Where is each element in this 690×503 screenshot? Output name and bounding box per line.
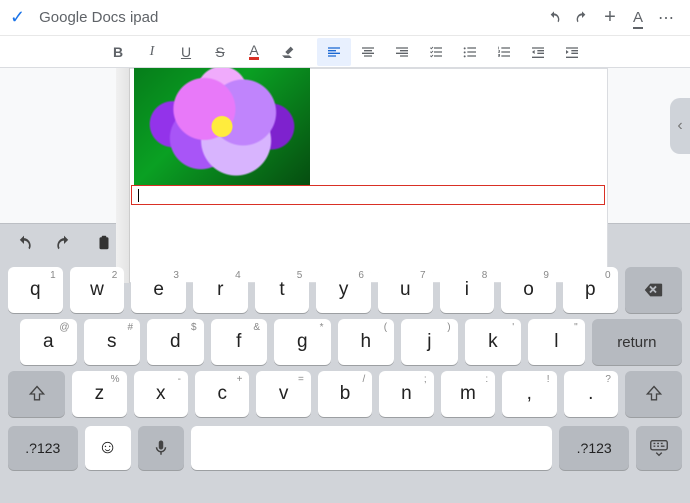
text-cursor-line[interactable] [131, 185, 605, 205]
key-g[interactable]: *g [274, 319, 331, 365]
key-n[interactable]: ;n [379, 371, 433, 417]
key-numtoggle-right[interactable]: .?123 [559, 426, 629, 470]
key-l[interactable]: "l [528, 319, 585, 365]
text-format-icon[interactable]: A [624, 9, 652, 27]
key-h[interactable]: (h [338, 319, 395, 365]
bulleted-list-button[interactable] [453, 38, 487, 66]
text-color-button[interactable]: A [237, 38, 271, 66]
key-m[interactable]: :m [441, 371, 495, 417]
key-dictation[interactable] [138, 426, 184, 470]
keyboard-row-2: @a#s$d&f*g(h)j'k"lreturn [0, 316, 690, 368]
key-emoji[interactable]: ☺ [85, 426, 131, 470]
kbd-undo-icon[interactable] [10, 230, 38, 258]
kbd-clipboard-icon[interactable] [90, 230, 118, 258]
underline-button[interactable]: U [169, 38, 203, 66]
kbd-redo-icon[interactable] [50, 230, 78, 258]
more-icon[interactable]: ⋯ [652, 8, 680, 28]
keyboard-row-bottom: .?123 ☺ .?123 [0, 420, 690, 478]
highlight-button[interactable] [271, 38, 305, 66]
key-x[interactable]: -x [134, 371, 188, 417]
key-v[interactable]: =v [256, 371, 310, 417]
numbered-list-button[interactable] [487, 38, 521, 66]
key-w[interactable]: 2w [70, 267, 125, 313]
key-k[interactable]: 'k [465, 319, 522, 365]
keyboard-row-3: %z-x+c=v/b;n:m!,?. [0, 368, 690, 420]
key-i[interactable]: 8i [440, 267, 495, 313]
key-backspace[interactable] [625, 267, 682, 313]
add-icon[interactable]: + [596, 6, 624, 29]
keyboard-row-1: 1q2w3e4r5t6y7u8i9o0p [0, 264, 690, 316]
indent-increase-button[interactable] [555, 38, 589, 66]
document-title[interactable]: Google Docs ipad [39, 9, 540, 26]
key-dismiss-keyboard[interactable] [636, 426, 682, 470]
key-e[interactable]: 3e [131, 267, 186, 313]
key-o[interactable]: 9o [501, 267, 556, 313]
key-j[interactable]: )j [401, 319, 458, 365]
checklist-button[interactable] [419, 38, 453, 66]
key-q[interactable]: 1q [8, 267, 63, 313]
align-right-button[interactable] [385, 38, 419, 66]
bold-button[interactable]: B [101, 38, 135, 66]
key-sym[interactable]: !, [502, 371, 556, 417]
key-sym[interactable]: ?. [564, 371, 618, 417]
inserted-image[interactable] [134, 68, 310, 185]
confirm-check-icon[interactable]: ✓ [10, 7, 25, 28]
key-p[interactable]: 0p [563, 267, 618, 313]
key-z[interactable]: %z [72, 371, 126, 417]
key-c[interactable]: +c [195, 371, 249, 417]
italic-button[interactable]: I [135, 38, 169, 66]
strikethrough-button[interactable]: S [203, 38, 237, 66]
vertical-ruler [116, 68, 130, 283]
key-t[interactable]: 5t [255, 267, 310, 313]
key-y[interactable]: 6y [316, 267, 371, 313]
key-shift-right[interactable] [625, 371, 682, 417]
side-panel-handle[interactable]: ‹ [670, 98, 690, 154]
key-shift-left[interactable] [8, 371, 65, 417]
key-space[interactable] [191, 426, 553, 470]
key-numtoggle-left[interactable]: .?123 [8, 426, 78, 470]
align-left-button[interactable] [317, 38, 351, 66]
app-header: ✓ Google Docs ipad + A ⋯ [0, 0, 690, 36]
key-b[interactable]: /b [318, 371, 372, 417]
key-d[interactable]: $d [147, 319, 204, 365]
key-f[interactable]: &f [211, 319, 268, 365]
key-return[interactable]: return [592, 319, 682, 365]
indent-decrease-button[interactable] [521, 38, 555, 66]
key-a[interactable]: @a [20, 319, 77, 365]
key-s[interactable]: #s [84, 319, 141, 365]
redo-icon[interactable] [568, 10, 596, 26]
align-center-button[interactable] [351, 38, 385, 66]
key-r[interactable]: 4r [193, 267, 248, 313]
undo-icon[interactable] [540, 10, 568, 26]
document-canvas[interactable]: ‹ [0, 68, 690, 223]
key-u[interactable]: 7u [378, 267, 433, 313]
format-toolbar: B I U S A [0, 36, 690, 68]
